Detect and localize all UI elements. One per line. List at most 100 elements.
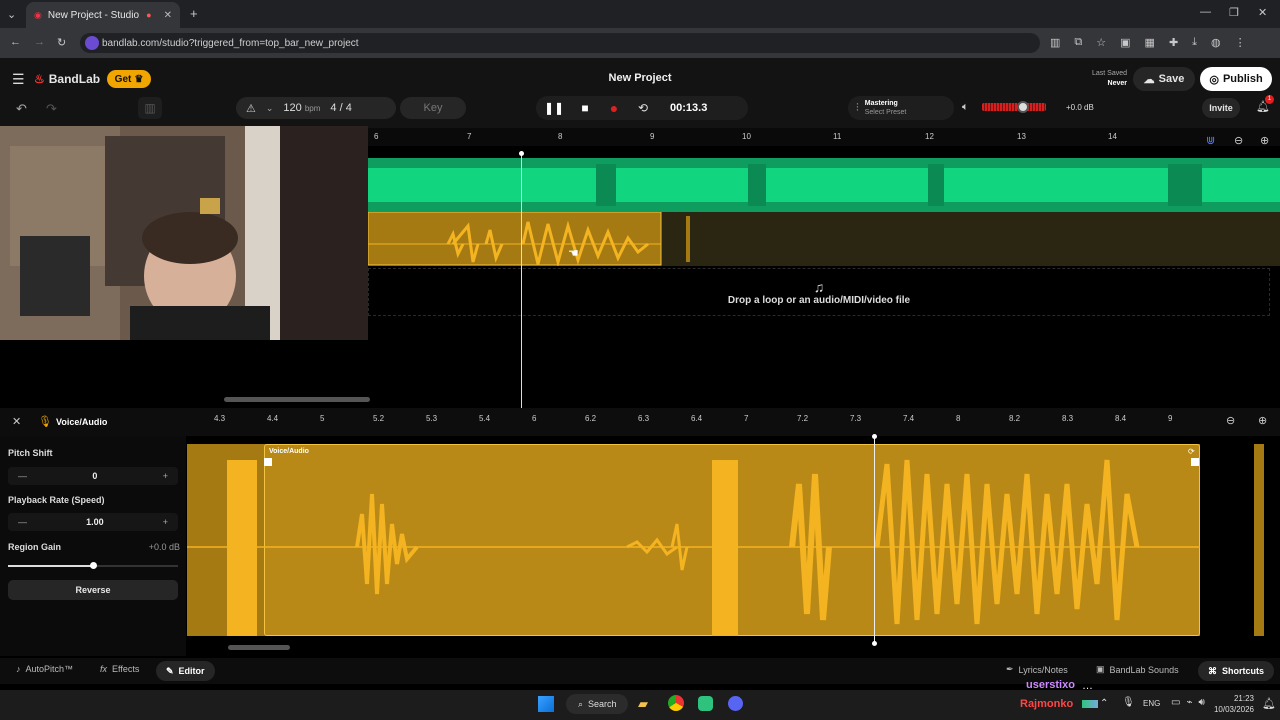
decrement-icon[interactable]: — <box>18 517 27 527</box>
puzzle-icon[interactable]: ✚ <box>1169 36 1178 49</box>
mixer-icon[interactable]: ▥ <box>138 97 162 119</box>
speaker-mute-icon[interactable]: 🔈︎ <box>962 101 969 114</box>
publish-button[interactable]: ◎ Publish <box>1200 67 1272 91</box>
editor-playhead-handle-top[interactable] <box>872 434 877 439</box>
close-window-icon[interactable]: ✕ <box>1258 6 1267 19</box>
app-icon[interactable] <box>698 696 713 711</box>
redo-icon[interactable]: ↷ <box>46 101 57 117</box>
publish-label: Publish <box>1222 73 1263 85</box>
tray-chevron-icon[interactable]: ⌃ <box>1100 698 1108 709</box>
snap-magnet-icon[interactable]: ⋓ <box>1206 134 1215 147</box>
loop-icon[interactable]: ⟲ <box>630 101 656 115</box>
volume-slider-handle[interactable] <box>1017 101 1029 113</box>
pitch-shift-value: 0 <box>92 471 98 481</box>
region-trim-handle-left[interactable] <box>264 458 272 466</box>
timeline-ruler[interactable]: 6 7 8 9 10 11 12 13 14 <box>368 128 1280 146</box>
discord-icon[interactable] <box>728 696 743 711</box>
get-membership-button[interactable]: Get ♛ <box>107 70 151 88</box>
key-button[interactable]: Key <box>400 97 466 119</box>
chrome-icon[interactable] <box>668 695 684 711</box>
site-info-icon[interactable] <box>85 36 99 50</box>
effects-tab[interactable]: fx Effects <box>100 664 139 674</box>
minimize-icon[interactable]: — <box>1200 6 1211 18</box>
mastering-button[interactable]: ⫶ Mastering Select Preset <box>848 96 954 120</box>
lyrics-notes-button[interactable]: ✒ Lyrics/Notes <box>1006 664 1068 675</box>
ruler-tick: 11 <box>833 132 842 141</box>
editor-scrollbar[interactable] <box>228 645 290 650</box>
back-icon[interactable]: ← <box>10 36 21 48</box>
volume-icon: 🔊︎ <box>1198 697 1205 708</box>
increment-icon[interactable]: + <box>163 471 168 481</box>
system-tray[interactable]: ▭ ⌁ 🔊︎ <box>1171 697 1205 708</box>
editor-zoom-out-icon[interactable]: ⊖ <box>1226 414 1235 427</box>
save-button[interactable]: ☁ Save <box>1133 67 1195 91</box>
bpm-field[interactable]: 120 bpm <box>283 102 320 114</box>
clock[interactable]: 21:23 10/03/2026 <box>1208 693 1254 715</box>
drop-zone[interactable]: ♫ Drop a loop or an audio/MIDI/video fil… <box>368 268 1270 316</box>
tab-list-icon[interactable]: ⌄ <box>7 8 16 21</box>
reverse-button[interactable]: Reverse <box>8 580 178 600</box>
autopitch-tab[interactable]: ♪ AutoPitch™ <box>16 664 73 674</box>
track-lane-voice[interactable] <box>367 211 1280 268</box>
increment-icon[interactable]: + <box>163 517 168 527</box>
cast-icon[interactable]: ⧉ <box>1074 36 1082 49</box>
editor-playhead-line[interactable] <box>874 436 875 644</box>
time-signature[interactable]: 4 / 4 <box>330 102 351 114</box>
next-region-edge[interactable] <box>1254 444 1264 636</box>
record-icon[interactable]: ● <box>598 100 630 116</box>
pause-icon[interactable]: ❚❚ <box>536 101 572 115</box>
editor-ruler[interactable]: 4.3 4.4 5 5.2 5.3 5.4 6 6.2 6.3 6.4 7 7.… <box>186 408 1216 436</box>
windows-start-icon[interactable] <box>538 696 554 712</box>
forward-icon[interactable]: → <box>34 36 45 48</box>
notification-center-icon[interactable]: 🔔︎ <box>1262 697 1276 710</box>
zoom-in-icon[interactable]: ⊕ <box>1260 134 1269 147</box>
download-icon[interactable]: ⤓ <box>1192 36 1197 49</box>
metronome-icon[interactable]: ⚠ <box>246 102 256 115</box>
extension-icon[interactable]: ▣ <box>1120 36 1130 49</box>
editor-tab[interactable]: ✎ Editor <box>156 661 215 681</box>
region-gain-slider-handle[interactable] <box>90 562 97 569</box>
master-volume-meter[interactable] <box>982 103 1046 111</box>
reading-mode-icon[interactable]: ▥ <box>1050 36 1060 49</box>
invite-button[interactable]: Invite <box>1202 98 1240 118</box>
arrange-scrollbar[interactable] <box>224 397 370 402</box>
language-indicator[interactable]: ENG <box>1143 699 1160 708</box>
decrement-icon[interactable]: — <box>18 471 27 481</box>
address-bar[interactable]: bandlab.com/studio?triggered_from=top_ba… <box>80 33 1040 53</box>
bookmark-star-icon[interactable]: ☆ <box>1096 36 1106 49</box>
overlay-audio-bars-icon <box>1082 700 1098 708</box>
editor-zoom-in-icon[interactable]: ⊕ <box>1258 414 1267 427</box>
undo-icon[interactable]: ↶ <box>16 101 27 117</box>
editor-playhead-handle-bottom[interactable] <box>872 641 877 646</box>
playhead-handle[interactable] <box>519 151 524 156</box>
reload-icon[interactable]: ↻ <box>57 36 66 49</box>
playback-rate-stepper[interactable]: — 1.00 + <box>8 513 178 531</box>
bandlab-sounds-button[interactable]: ▣ BandLab Sounds <box>1096 664 1179 675</box>
close-editor-icon[interactable]: ✕ <box>12 415 21 428</box>
close-tab-icon[interactable]: ✕ <box>164 10 172 21</box>
playhead-line[interactable] <box>521 154 522 408</box>
metronome-dropdown-icon[interactable]: ⌄ <box>266 103 274 114</box>
extension-2-icon[interactable]: ▦ <box>1145 36 1155 49</box>
bandlab-logo[interactable]: ♨ BandLab <box>34 72 100 86</box>
taskbar-search[interactable]: ⌕ Search <box>566 694 628 714</box>
hamburger-menu-icon[interactable]: ☰ <box>12 71 25 88</box>
region-loop-handle-icon[interactable]: ⟳ <box>1188 447 1195 456</box>
stop-icon[interactable]: ■ <box>572 101 598 115</box>
ruler-tick: 7.4 <box>903 414 915 423</box>
menu-dots-icon[interactable]: ⋮ <box>1235 36 1246 49</box>
zoom-out-icon[interactable]: ⊖ <box>1234 134 1243 147</box>
new-tab-icon[interactable]: + <box>190 6 198 21</box>
restore-icon[interactable]: ❐ <box>1229 6 1239 19</box>
pitch-shift-stepper[interactable]: — 0 + <box>8 467 178 485</box>
mic-tray-icon[interactable]: 🎙︎ <box>1122 697 1135 708</box>
shortcuts-button[interactable]: ⌘ Shortcuts <box>1198 661 1275 681</box>
region-trim-handle-right[interactable] <box>1191 458 1199 466</box>
sounds-icon: ▣ <box>1096 664 1105 674</box>
track-region-green[interactable] <box>368 158 1280 212</box>
green-waveform <box>368 164 1280 206</box>
file-explorer-icon[interactable]: ▰ <box>638 696 648 712</box>
last-saved-value: Never <box>1107 80 1127 87</box>
browser-tab[interactable]: ◉ New Project - Studio ● ✕ <box>26 2 180 28</box>
profile-avatar-icon[interactable]: ◍ <box>1211 36 1221 49</box>
